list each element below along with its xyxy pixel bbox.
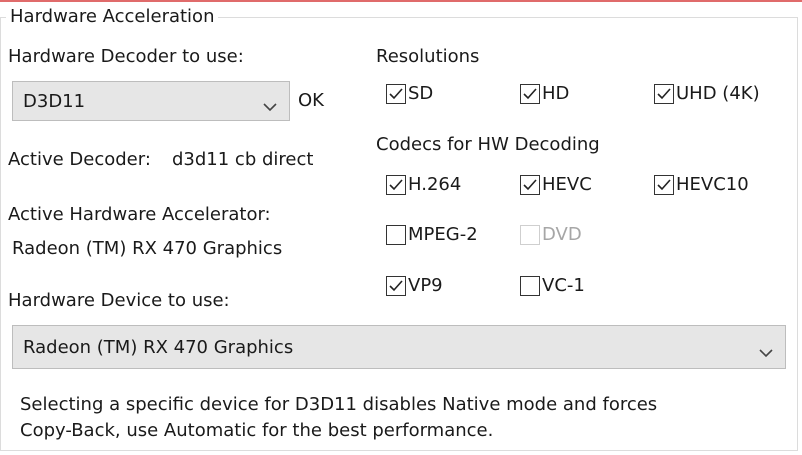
resolution-uhd-checkbox[interactable]: UHD (4K) xyxy=(654,80,760,108)
codecs-label: Codecs for HW Decoding xyxy=(376,134,600,155)
checkmark-icon xyxy=(654,84,674,104)
device-note-line-2: Copy-Back, use Automatic for the best pe… xyxy=(20,420,494,441)
codec-hevc10-checkbox[interactable]: HEVC10 xyxy=(654,171,749,199)
empty-checkbox-icon xyxy=(520,276,540,296)
active-decoder-value: d3d11 cb direct xyxy=(172,149,314,170)
accelerator-label: Active Hardware Accelerator: xyxy=(8,204,271,225)
codec-mpeg2-checkbox[interactable]: MPEG-2 xyxy=(386,221,478,249)
codec-mpeg2-label: MPEG-2 xyxy=(408,224,478,245)
empty-checkbox-icon xyxy=(386,225,406,245)
codec-hevc-label: HEVC xyxy=(542,174,592,195)
decoder-label: Hardware Decoder to use: xyxy=(8,46,244,67)
device-label: Hardware Device to use: xyxy=(8,290,230,311)
codec-dvd-label: DVD xyxy=(542,224,582,245)
group-title: Hardware Acceleration xyxy=(6,4,219,30)
decoder-status: OK xyxy=(298,90,324,111)
codec-hevc-checkbox[interactable]: HEVC xyxy=(520,171,592,199)
codec-h264-label: H.264 xyxy=(408,174,462,195)
codec-vp9-checkbox[interactable]: VP9 xyxy=(386,272,443,300)
resolution-uhd-label: UHD (4K) xyxy=(676,83,760,104)
checkmark-icon xyxy=(520,175,540,195)
device-note-line-1: Selecting a specific device for D3D11 di… xyxy=(20,394,658,415)
empty-checkbox-icon xyxy=(520,225,540,245)
checkmark-icon xyxy=(654,175,674,195)
resolution-hd-checkbox[interactable]: HD xyxy=(520,80,569,108)
device-combobox[interactable]: Radeon (TM) RX 470 Graphics xyxy=(12,325,786,369)
decoder-selected-value: D3D11 xyxy=(23,91,86,112)
resolutions-label: Resolutions xyxy=(376,46,480,67)
codec-vc1-label: VC-1 xyxy=(542,275,585,296)
codec-dvd-checkbox: DVD xyxy=(520,221,582,249)
checkmark-icon xyxy=(386,276,406,296)
checkmark-icon xyxy=(386,175,406,195)
active-decoder-label: Active Decoder: xyxy=(8,149,151,170)
resolution-sd-label: SD xyxy=(408,83,434,104)
resolution-hd-label: HD xyxy=(542,83,570,104)
chevron-down-icon xyxy=(759,342,773,358)
codec-hevc10-label: HEVC10 xyxy=(676,174,749,195)
chevron-down-icon xyxy=(263,96,277,112)
codec-vp9-label: VP9 xyxy=(408,275,443,296)
resolution-sd-checkbox[interactable]: SD xyxy=(386,80,433,108)
accelerator-value: Radeon (TM) RX 470 Graphics xyxy=(12,238,283,259)
codec-vc1-checkbox[interactable]: VC-1 xyxy=(520,272,585,300)
checkmark-icon xyxy=(520,84,540,104)
window-top-edge xyxy=(0,0,802,2)
checkmark-icon xyxy=(386,84,406,104)
device-selected-value: Radeon (TM) RX 470 Graphics xyxy=(23,337,294,358)
codec-h264-checkbox[interactable]: H.264 xyxy=(386,171,461,199)
decoder-combobox[interactable]: D3D11 xyxy=(12,81,290,121)
